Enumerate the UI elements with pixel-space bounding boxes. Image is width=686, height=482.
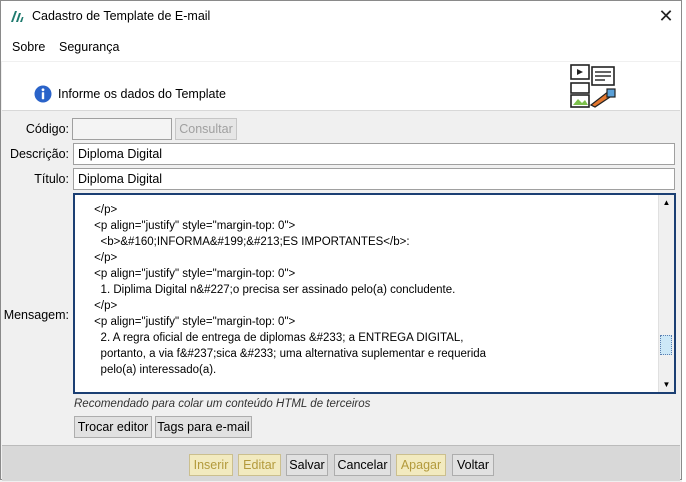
info-icon <box>34 85 52 103</box>
template-illustration-icon <box>570 64 616 108</box>
titulo-label: Título: <box>34 172 69 186</box>
message-code-area[interactable]: </p> <p align="justify" style="margin-to… <box>75 186 659 383</box>
code-line: <p align="justify" style="margin-top: 0"… <box>75 220 296 232</box>
cancelar-button[interactable]: Cancelar <box>334 454 391 476</box>
apagar-button[interactable]: Apagar <box>396 454 446 476</box>
consultar-button[interactable]: Consultar <box>175 118 237 140</box>
footer-bar: Inserir Editar Salvar Cancelar Apagar Vo… <box>2 445 680 481</box>
scroll-down-icon[interactable]: ▼ <box>659 377 674 392</box>
scroll-thumb[interactable] <box>660 335 672 355</box>
trocar-editor-button[interactable]: Trocar editor <box>74 416 152 438</box>
message-editor[interactable]: </p> <p align="justify" style="margin-to… <box>73 193 676 394</box>
code-line: 2. A regra oficial de entrega de diploma… <box>75 332 464 344</box>
title-bar: Cadastro de Template de E-mail ✕ <box>1 1 681 33</box>
header-text: Informe os dados do Template <box>58 87 226 101</box>
editor-hint: Recomendado para colar um conteúdo HTML … <box>74 398 371 410</box>
code-line: </p> <box>75 204 118 216</box>
menu-seguranca[interactable]: Segurança <box>59 40 119 54</box>
window-title: Cadastro de Template de E-mail <box>32 9 211 23</box>
voltar-button[interactable]: Voltar <box>452 454 494 476</box>
code-line: <b>&#160;INFORMA&#199;&#213;ES IMPORTANT… <box>75 236 410 248</box>
code-line: pelo(a) interessado(a). <box>75 364 217 376</box>
inserir-button[interactable]: Inserir <box>189 454 233 476</box>
code-line: 1. Diplima Digital n&#227;o precisa ser … <box>75 284 456 296</box>
app-logo-icon <box>11 11 24 22</box>
code-line: </p> <box>75 252 118 264</box>
code-line: portanto, a via f&#237;sica &#233; uma a… <box>75 348 487 360</box>
vertical-scrollbar[interactable]: ▲ ▼ <box>658 195 674 392</box>
close-icon[interactable]: ✕ <box>651 4 681 30</box>
tags-email-button[interactable]: Tags para e-mail <box>155 416 252 438</box>
descricao-label: Descrição: <box>9 147 69 161</box>
scroll-up-icon[interactable]: ▲ <box>659 195 674 210</box>
codigo-label: Código: <box>25 122 69 136</box>
menu-bar: Sobre Segurança <box>1 33 681 61</box>
code-line: <p align="justify" style="margin-top: 0"… <box>75 316 296 328</box>
editar-button[interactable]: Editar <box>238 454 281 476</box>
code-line: <p align="justify" style="margin-top: 0"… <box>75 268 296 280</box>
background-strip <box>682 0 686 482</box>
code-line: </p> <box>75 300 118 312</box>
salvar-button[interactable]: Salvar <box>286 454 328 476</box>
dialog-window: Cadastro de Template de E-mail ✕ Sobre S… <box>0 0 682 481</box>
mensagem-label: Mensagem: <box>3 308 69 322</box>
codigo-input[interactable] <box>72 118 172 140</box>
descricao-input[interactable]: Diploma Digital <box>73 143 675 165</box>
menu-sobre[interactable]: Sobre <box>12 40 45 54</box>
